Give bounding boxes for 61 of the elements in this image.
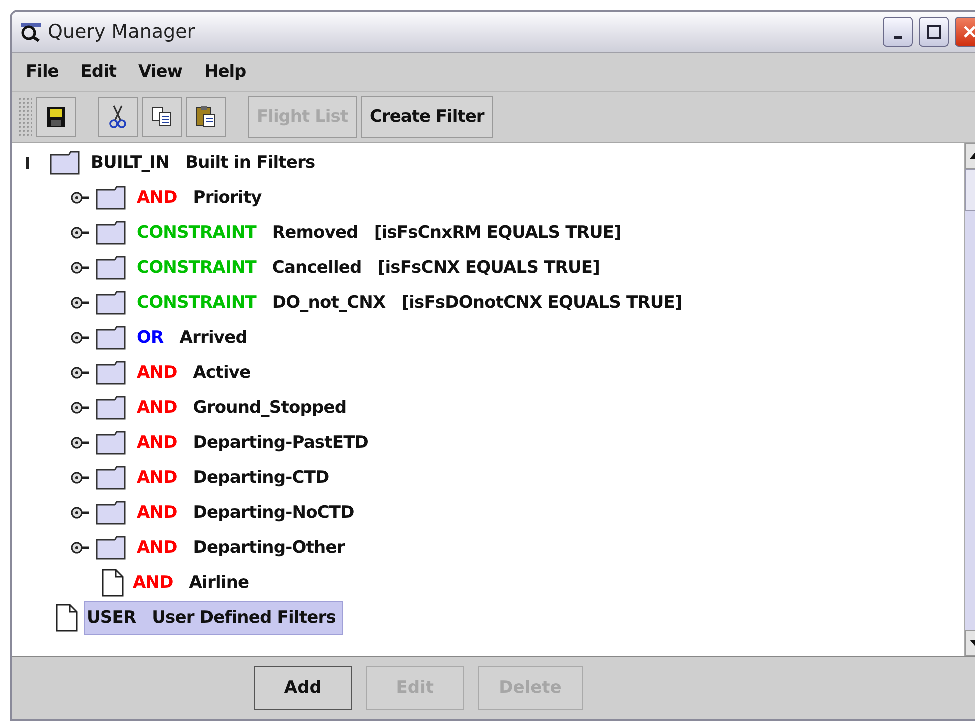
folder-icon xyxy=(96,500,128,524)
tree-item[interactable]: AND Departing-PastETD xyxy=(134,426,376,460)
folder-icon xyxy=(96,536,128,560)
maximize-icon xyxy=(927,25,941,39)
save-button[interactable] xyxy=(36,97,76,137)
expand-handle-icon[interactable] xyxy=(70,330,90,344)
folder-icon xyxy=(96,256,128,280)
folder-icon xyxy=(96,396,128,420)
tree-item[interactable]: CONSTRAINT DO_not_CNX [isFsDOnotCNX EQUALS TRUE] xyxy=(134,286,690,320)
paste-icon xyxy=(195,105,217,129)
paste-button[interactable] xyxy=(186,97,226,137)
tree-item[interactable]: AND Departing-Other xyxy=(134,530,352,564)
expand-handle-icon[interactable] xyxy=(70,540,90,554)
cut-button[interactable] xyxy=(98,97,138,137)
folder-icon xyxy=(96,466,128,490)
toolbar-button[interactable]: Create Filter xyxy=(361,96,494,138)
expand-handle-icon[interactable] xyxy=(70,296,90,310)
magnifier-icon xyxy=(20,22,42,42)
dialog-button[interactable]: Add xyxy=(254,666,352,710)
minimize-button[interactable] xyxy=(883,17,913,47)
tree-item[interactable]: AND Departing-NoCTD xyxy=(134,496,362,530)
menu-item[interactable]: Help xyxy=(204,62,246,82)
toolbar-grip[interactable] xyxy=(18,97,32,137)
folder-icon xyxy=(96,360,128,384)
copy-icon xyxy=(151,106,173,128)
tree-item[interactable]: OR Arrived xyxy=(134,320,254,354)
expand-handle-icon[interactable] xyxy=(70,260,90,274)
tree-item[interactable]: USER User Defined Filters xyxy=(84,600,343,634)
folder-icon xyxy=(96,220,128,244)
expand-handle-icon[interactable] xyxy=(70,190,90,204)
window-title: Query Manager xyxy=(48,21,196,43)
save-icon xyxy=(46,106,66,128)
folder-icon xyxy=(96,326,128,350)
menu-item[interactable]: View xyxy=(138,62,182,82)
tree-item[interactable]: BUILT_IN Built in Filters xyxy=(88,146,322,180)
menu-item[interactable]: Edit xyxy=(80,62,117,82)
expand-handle-icon[interactable] xyxy=(70,400,90,414)
folder-icon xyxy=(96,430,128,454)
expand-handle-icon[interactable] xyxy=(70,226,90,240)
close-icon xyxy=(963,25,975,39)
expand-handle-icon[interactable] xyxy=(70,470,90,484)
folder-icon xyxy=(50,150,82,174)
document-icon xyxy=(102,568,124,596)
scissors-icon xyxy=(109,105,127,129)
menu-item[interactable]: File xyxy=(26,62,59,82)
folder-icon xyxy=(96,290,128,314)
document-icon xyxy=(56,604,78,632)
expand-handle-icon[interactable] xyxy=(70,436,90,450)
copy-button[interactable] xyxy=(142,97,182,137)
tree-item[interactable]: AND Airline xyxy=(130,566,256,600)
tree-item[interactable]: CONSTRAINT Removed [isFsCnxRM EQUALS TRUE] xyxy=(134,216,628,250)
tree-item[interactable]: AND Active xyxy=(134,356,258,390)
tree-item[interactable]: AND Priority xyxy=(134,180,269,214)
folder-icon xyxy=(96,186,128,210)
tree-item[interactable]: AND Ground_Stopped xyxy=(134,390,354,424)
maximize-button[interactable] xyxy=(919,17,949,47)
expand-handle-icon[interactable] xyxy=(70,366,90,380)
tree-item[interactable]: CONSTRAINT Cancelled [isFsCNX EQUALS TRUE] xyxy=(134,250,607,284)
tree-item[interactable]: AND Departing-CTD xyxy=(134,460,336,494)
minimize-icon xyxy=(894,36,902,38)
expand-handle-icon[interactable] xyxy=(70,506,90,520)
